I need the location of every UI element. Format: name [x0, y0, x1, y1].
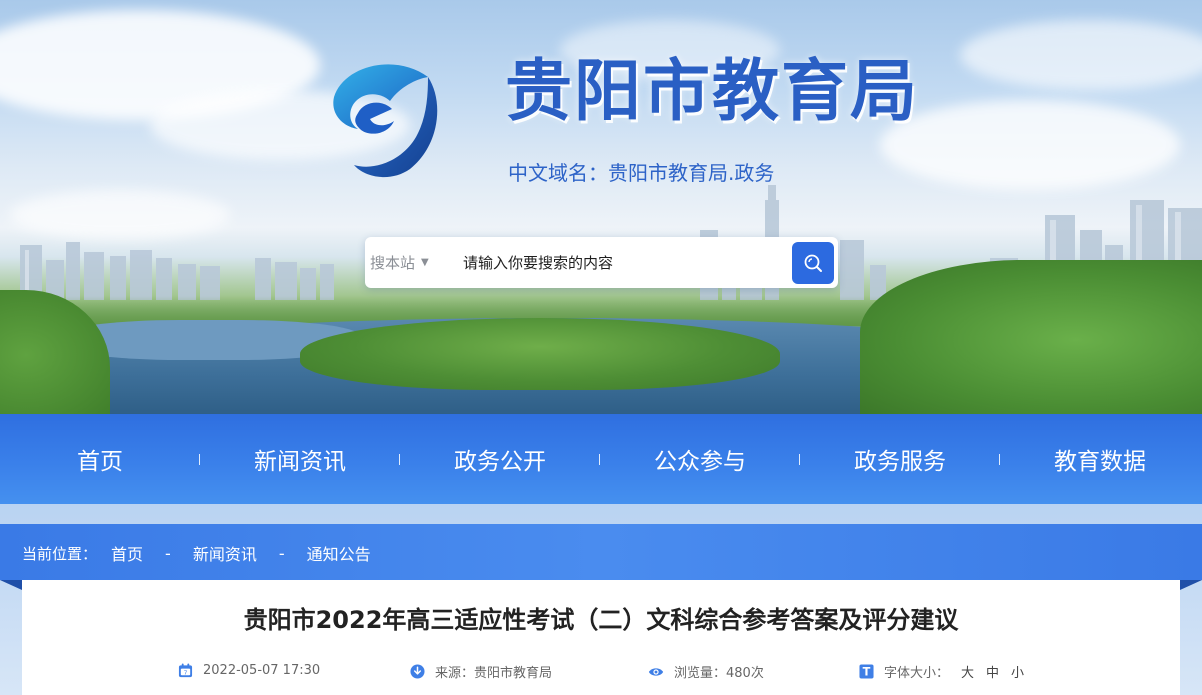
nav-item-government-affairs[interactable]: 政务公开: [400, 414, 600, 504]
nav-item-home[interactable]: 首页: [0, 414, 200, 504]
search-scope-label: 搜本站: [370, 254, 416, 272]
logo-emblem-icon: [333, 64, 438, 178]
font-size-label: 字体大小：: [884, 666, 950, 681]
svg-text:T: T: [862, 666, 870, 679]
search-bar: 搜本站 ▼: [365, 237, 838, 288]
nav-item-education-data[interactable]: 教育数据: [1000, 414, 1200, 504]
domain-name-text: 中文域名：贵阳市教育局.政务: [508, 161, 775, 185]
article-panel: 贵阳市2022年高三适应性考试（二）文科综合参考答案及评分建议 7 2022-0…: [22, 580, 1180, 695]
font-size-large[interactable]: 大: [961, 662, 974, 681]
svg-text:7: 7: [183, 670, 187, 676]
search-scope-dropdown[interactable]: 搜本站 ▼: [365, 237, 453, 288]
article-date: 7 2022-05-07 17:30: [177, 662, 320, 678]
font-size-small[interactable]: 小: [1011, 662, 1024, 681]
search-input[interactable]: [453, 237, 792, 288]
chevron-down-icon: ▼: [421, 257, 429, 268]
article-source-text: 来源：贵阳市教育局: [435, 666, 553, 681]
breadcrumb-link-news[interactable]: 新闻资讯: [193, 541, 257, 565]
font-icon: T: [858, 664, 874, 680]
site-title: 贵阳市教育局: [505, 52, 919, 130]
nav-item-government-services[interactable]: 政务服务: [800, 414, 1000, 504]
article-date-text: 2022-05-07 17:30: [203, 662, 321, 678]
search-icon: [804, 254, 822, 272]
article-views: 浏览量：480次: [648, 662, 764, 681]
eye-icon: [648, 664, 664, 680]
breadcrumb-prefix: 当前位置：: [22, 544, 98, 563]
breadcrumb-link-notices[interactable]: 通知公告: [307, 541, 371, 565]
ribbon-corner-right: [1180, 580, 1202, 590]
article-views-text: 浏览量：480次: [674, 666, 764, 681]
header-banner: 贵阳市教育局 中文域名：贵阳市教育局.政务 搜本站 ▼: [0, 0, 1202, 414]
article-source: 来源：贵阳市教育局: [409, 662, 552, 681]
calendar-icon: 7: [177, 662, 193, 678]
nav-item-public-participation[interactable]: 公众参与: [600, 414, 800, 504]
breadcrumb-separator: -: [278, 543, 285, 563]
nav-item-news[interactable]: 新闻资讯: [200, 414, 400, 504]
font-size-medium[interactable]: 中: [986, 662, 999, 681]
main-nav: 首页 新闻资讯 政务公开 公众参与 政务服务 教育数据: [0, 414, 1202, 504]
article-meta: 7 2022-05-07 17:30 来源：贵阳市教育局 浏览量：480次 T …: [22, 662, 1180, 684]
ribbon-corner-left: [0, 580, 22, 590]
search-button[interactable]: [792, 241, 834, 284]
font-size-control: T 字体大小： 大 中 小: [858, 662, 1024, 681]
download-icon: [409, 664, 425, 680]
breadcrumb-separator: -: [165, 543, 171, 563]
article-title: 贵阳市2022年高三适应性考试（二）文科综合参考答案及评分建议: [243, 606, 959, 634]
breadcrumb: 当前位置： 首页 - 新闻资讯 - 通知公告: [22, 541, 371, 565]
breadcrumb-link-home[interactable]: 首页: [111, 541, 143, 565]
